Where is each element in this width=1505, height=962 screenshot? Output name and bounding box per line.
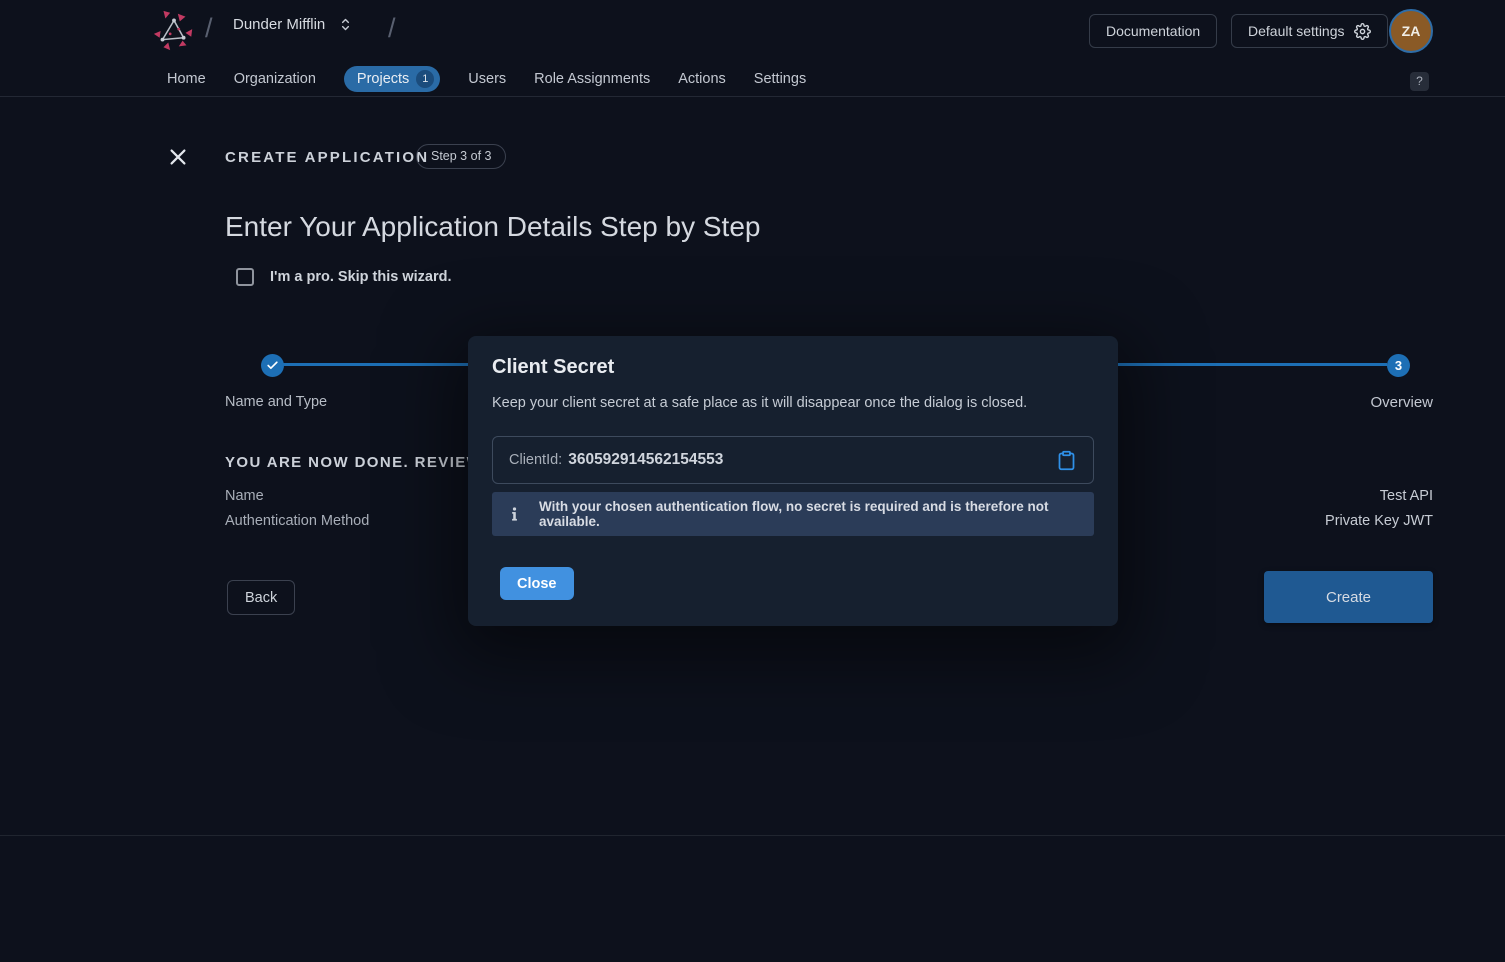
stepper-step3-current: 3 [1387,354,1410,377]
dialog-description: Keep your client secret at a safe place … [492,395,1027,411]
client-id-field: ClientId: 360592914562154553 [492,436,1094,484]
app-root: / Dunder Mifflin / Documentation Default… [0,0,1505,962]
nav-item-users[interactable]: Users [468,71,506,87]
page-title: Enter Your Application Details Step by S… [225,211,760,243]
check-icon [266,359,279,372]
review-name-label: Name [225,488,264,504]
review-auth-method-label: Authentication Method [225,513,369,529]
create-button[interactable]: Create [1264,571,1433,623]
info-banner: With your chosen authentication flow, no… [492,492,1094,536]
copy-clipboard-icon[interactable] [1056,450,1077,471]
review-heading: YOU ARE NOW DONE. REVIEW [225,454,482,471]
default-settings-label: Default settings [1248,23,1345,39]
stepper-step1-label: Name and Type [225,394,327,410]
dialog-close-button[interactable]: Close [500,567,574,600]
zitadel-logo-icon[interactable] [151,8,197,54]
stepper-step3-label: Overview [1370,394,1433,411]
documentation-button[interactable]: Documentation [1089,14,1217,48]
footer [0,835,1505,962]
breadcrumb-separator: / [388,13,396,44]
skip-wizard-label: I'm a pro. Skip this wizard. [270,269,452,285]
step-indicator-badge: Step 3 of 3 [416,144,506,169]
nav-item-role-assignments[interactable]: Role Assignments [534,71,650,87]
client-id-label: ClientId: [509,452,562,468]
close-wizard-icon[interactable] [167,146,189,168]
avatar[interactable]: ZA [1389,9,1433,53]
nav-item-organization[interactable]: Organization [234,71,316,87]
avatar-initials: ZA [1402,23,1421,39]
breadcrumb-separator: / [205,13,213,44]
review-auth-method-value: Private Key JWT [1325,513,1433,529]
info-icon [506,506,523,523]
unfold-chevrons-icon [337,16,354,33]
nav-item-home[interactable]: Home [167,71,206,87]
main-nav: Home Organization Projects 1 Users Role … [0,62,1505,97]
dialog-title: Client Secret [492,356,614,379]
help-button[interactable]: ? [1410,72,1429,91]
projects-count-badge: 1 [416,70,434,88]
nav-item-projects-label: Projects [357,71,409,87]
gear-icon [1354,23,1371,40]
stepper-step1-completed [261,354,284,377]
info-message: With your chosen authentication flow, no… [539,499,1080,529]
nav-item-settings[interactable]: Settings [754,71,806,87]
client-id-value: 360592914562154553 [568,451,723,469]
header: / Dunder Mifflin / Documentation Default… [0,0,1505,62]
nav-item-projects[interactable]: Projects 1 [344,66,440,92]
nav-item-actions[interactable]: Actions [678,71,726,87]
skip-wizard-checkbox[interactable] [236,268,254,286]
wizard-title: CREATE APPLICATION [225,149,429,166]
org-name: Dunder Mifflin [233,16,325,33]
default-settings-button[interactable]: Default settings [1231,14,1388,48]
review-name-value: Test API [1380,488,1433,504]
org-switcher[interactable]: Dunder Mifflin [233,16,354,33]
back-button[interactable]: Back [227,580,295,615]
client-secret-dialog: Client Secret Keep your client secret at… [468,336,1118,626]
